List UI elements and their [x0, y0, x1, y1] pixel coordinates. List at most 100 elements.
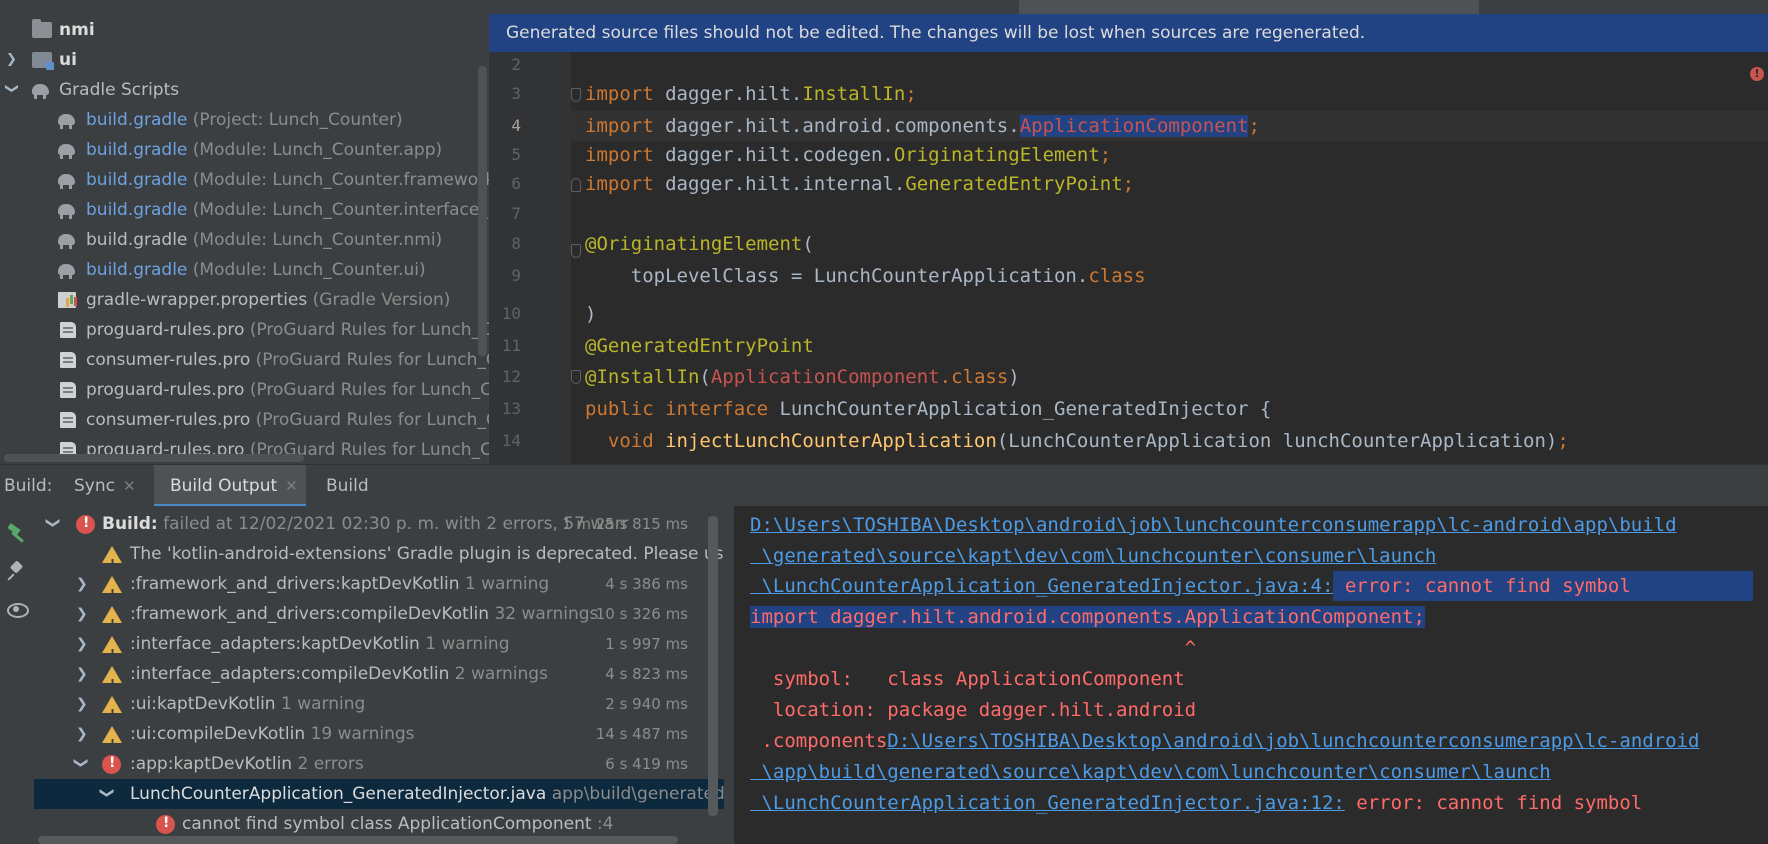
line-number: 3 [511, 84, 521, 103]
tree-item-label: ui [59, 50, 77, 70]
code-line-8[interactable]: @OriginatingElement( [585, 229, 814, 259]
code-token: ; [1557, 430, 1569, 452]
eye-icon[interactable] [6, 598, 29, 620]
tab-build-analyzer[interactable]: Build Analyzer✕ [318, 465, 468, 538]
tree-item-build-gradle-framework[interactable]: build.gradle (Module: Lunch_Counter.fram… [0, 165, 489, 195]
chevron-right-icon[interactable]: ❯ [76, 569, 90, 599]
fold-marker-icon[interactable] [571, 178, 581, 192]
code-token: @InstallIn [585, 366, 700, 388]
tree-item-build-gradle-interface-adapters[interactable]: build.gradle (Module: Lunch_Counter.inte… [0, 195, 489, 225]
file-path-link[interactable]: \app\build\generated\source\kapt\dev\com… [750, 761, 1550, 783]
build-tree-vertical-scrollbar[interactable] [708, 516, 718, 816]
tree-item-consumer-rules-1[interactable]: consumer-rules.pro (ProGuard Rules for L… [0, 345, 489, 375]
unresolved-symbol[interactable]: ApplicationComponent [1019, 115, 1249, 137]
code-token: import [585, 83, 654, 105]
tree-item-build-gradle-project[interactable]: build.gradle (Project: Lunch_Counter) [0, 105, 489, 135]
chevron-down-icon[interactable]: ❯ [0, 83, 26, 97]
tree-item-proguard-rules-2[interactable]: proguard-rules.pro (ProGuard Rules for L… [0, 375, 489, 405]
code-editor[interactable]: Generated source files should not be edi… [489, 0, 1768, 464]
code-line-3[interactable]: import dagger.hilt.InstallIn; [585, 79, 917, 109]
build-side-toolbar [0, 506, 34, 844]
chevron-right-icon[interactable]: ❯ [76, 659, 90, 689]
tree-item-consumer-rules-2[interactable]: consumer-rules.pro (ProGuard Rules for L… [0, 405, 489, 435]
unresolved-symbol[interactable]: ApplicationComponent [711, 366, 940, 388]
code-token: dagger.hilt.internal. [653, 173, 906, 195]
chevron-down-icon[interactable]: ❯ [92, 787, 122, 801]
code-line-5[interactable]: import dagger.hilt.codegen.OriginatingEl… [585, 140, 1111, 170]
code-token: ( [802, 233, 814, 255]
fold-marker-icon[interactable] [571, 370, 581, 384]
build-error-row[interactable]: cannot find symbol class ApplicationComp… [34, 808, 724, 839]
file-path-link[interactable]: \LunchCounterApplication_GeneratedInject… [750, 792, 1344, 814]
build-task-row[interactable]: ❯ :interface_adapters:compileDevKotlin 2… [34, 659, 724, 699]
build-task-row[interactable]: ❯ :app:kaptDevKotlin 2 errors 6 s 419 ms [34, 748, 724, 779]
task-duration: 2 s 940 ms [605, 695, 688, 713]
code-token: OriginatingElement [893, 144, 1100, 166]
file-path-link[interactable]: D:\Users\TOSHIBA\Desktop\android\job\lun… [887, 730, 1699, 752]
build-console-output[interactable]: D:\Users\TOSHIBA\Desktop\android\job\lun… [734, 506, 1768, 844]
code-line-4[interactable]: import dagger.hilt.android.components.Ap… [585, 111, 1260, 141]
code-line-12[interactable]: @InstallIn(ApplicationComponent.class) [585, 362, 1020, 392]
error-line: :4 [596, 814, 614, 834]
hammer-icon[interactable] [6, 522, 28, 544]
build-status-label: Build: [102, 514, 158, 534]
file-path-link[interactable]: \LunchCounterApplication_GeneratedInject… [750, 575, 1333, 597]
line-number: 6 [511, 174, 521, 193]
tab-build-output[interactable]: Build Output ✕ [154, 465, 306, 507]
text-file-icon [60, 322, 76, 338]
chevron-right-icon[interactable]: ❯ [76, 629, 90, 659]
close-icon[interactable]: ✕ [123, 477, 136, 495]
chevron-right-icon[interactable]: ❯ [76, 599, 90, 629]
build-task-row[interactable]: ❯ :ui:compileDevKotlin 19 warnings 14 s … [34, 719, 724, 759]
chevron-down-icon[interactable]: ❯ [66, 757, 96, 771]
code-line-13[interactable]: public interface LunchCounterApplication… [585, 394, 1271, 424]
fold-marker-icon[interactable] [571, 88, 581, 102]
task-name: :ui:compileDevKotlin [130, 724, 306, 744]
build-task-row[interactable]: ❯ :ui:kaptDevKotlin 1 warning 2 s 940 ms [34, 689, 724, 729]
pin-icon[interactable] [6, 560, 28, 582]
chevron-down-icon[interactable]: ❯ [38, 517, 68, 531]
chevron-right-icon[interactable]: ❯ [76, 719, 90, 749]
tree-item-build-gradle-nmi[interactable]: build.gradle (Module: Lunch_Counter.nmi) [0, 225, 489, 255]
warning-icon [102, 546, 122, 579]
error-indicator-icon[interactable]: ! [1750, 67, 1764, 81]
project-horizontal-scrollbar[interactable] [4, 454, 304, 462]
tree-item-nmi[interactable]: nmi [0, 15, 489, 45]
error-text: error: cannot find symbol [1333, 571, 1754, 601]
close-icon[interactable]: ✕ [285, 477, 298, 495]
chevron-right-icon[interactable]: ❯ [6, 45, 20, 75]
code-line-11[interactable]: @GeneratedEntryPoint [585, 331, 814, 361]
file-qualifier: (ProGuard Rules for Lunch_Cou [255, 350, 489, 370]
build-status-row[interactable]: ❯ Build: failed at 12/02/2021 02:30 p. m… [34, 508, 724, 539]
file-path-link[interactable]: \generated\source\kapt\dev\com\lunchcoun… [750, 545, 1436, 567]
tree-item-gradle-wrapper-properties[interactable]: gradle-wrapper.properties (Gradle Versio… [0, 285, 489, 315]
tree-item-proguard-rules-1[interactable]: proguard-rules.pro (ProGuard Rules for L… [0, 315, 489, 345]
build-task-row[interactable]: ❯ :framework_and_drivers:compileDevKotli… [34, 599, 724, 639]
build-duration: 1 m 25 s 815 ms [562, 515, 688, 533]
tree-item-gradle-scripts[interactable]: ❯ Gradle Scripts [0, 75, 489, 105]
tree-item-label: Gradle Scripts [59, 80, 180, 100]
build-task-row[interactable]: ❯ :interface_adapters:kaptDevKotlin 1 wa… [34, 629, 724, 669]
text-file-icon [60, 352, 76, 368]
tree-item-ui[interactable]: ❯ ui [0, 45, 489, 75]
code-line-9[interactable]: topLevelClass = LunchCounterApplication.… [585, 261, 1146, 291]
file-path-link[interactable]: D:\Users\TOSHIBA\Desktop\android\job\lun… [750, 514, 1677, 536]
code-line-10[interactable]: ) [585, 299, 596, 329]
build-message-row[interactable]: The 'kotlin-android-extensions' Gradle p… [34, 539, 724, 579]
fold-marker-icon[interactable] [571, 244, 581, 258]
build-file-row[interactable]: ❯ LunchCounterApplication_GeneratedInjec… [34, 779, 724, 809]
task-warning-count: 1 warning [425, 634, 510, 654]
chevron-right-icon[interactable]: ❯ [76, 689, 90, 719]
build-task-row[interactable]: ❯ :framework_and_drivers:kaptDevKotlin 1… [34, 569, 724, 609]
project-vertical-scrollbar[interactable] [478, 66, 487, 356]
code-line-14[interactable]: void injectLunchCounterApplication(Lunch… [585, 426, 1569, 456]
build-status-text: failed at 12/02/2021 02:30 p. m. with 2 … [157, 514, 629, 534]
build-tree-horizontal-scrollbar[interactable] [38, 836, 678, 844]
tree-item-build-gradle-ui[interactable]: build.gradle (Module: Lunch_Counter.ui) [0, 255, 489, 285]
code-line-6[interactable]: import dagger.hilt.internal.GeneratedEnt… [585, 169, 1134, 199]
tab-sync[interactable]: Sync ✕ [66, 465, 146, 507]
editor-tab[interactable] [489, 0, 909, 14]
tree-item-build-gradle-app[interactable]: build.gradle (Module: Lunch_Counter.app) [0, 135, 489, 165]
task-warning-count: 32 warnings [494, 604, 599, 624]
editor-tab-active[interactable] [1019, 0, 1479, 14]
